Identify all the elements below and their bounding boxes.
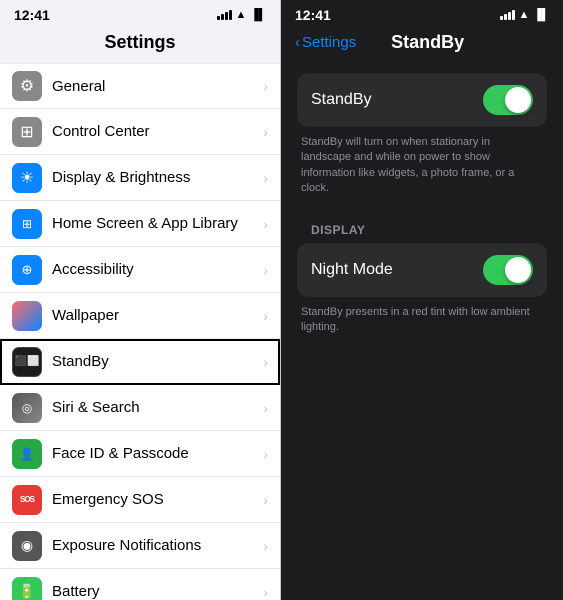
display-section-header: DISPLAY [297, 209, 547, 243]
left-panel: 12:41 ▲ ▐▌ Settings ⚙ General › ⊞ Contro… [0, 0, 281, 600]
settings-item-standby[interactable]: ⬛⬜ StandBy › [0, 339, 280, 385]
right-nav-title: StandBy [356, 32, 499, 53]
standby-row-label: StandBy [311, 91, 483, 109]
right-time: 12:41 [295, 7, 331, 23]
wifi-icon: ▲ [236, 9, 247, 21]
right-battery-icon: ▐▌ [533, 9, 549, 21]
home-screen-label: Home Screen & App Library [52, 215, 263, 232]
standby-row: StandBy [297, 73, 547, 127]
battery-chevron: › [263, 584, 268, 600]
wallpaper-chevron: › [263, 308, 268, 324]
settings-item-display[interactable]: ☀ Display & Brightness › [0, 155, 280, 201]
home-chevron: › [263, 216, 268, 232]
battery-label: Battery [52, 583, 263, 600]
face-id-label: Face ID & Passcode [52, 445, 263, 462]
right-nav-bar: ‹ Settings StandBy [281, 28, 563, 61]
left-time: 12:41 [14, 7, 50, 23]
emergency-icon: SOS [12, 485, 42, 515]
exposure-icon: ◉ [12, 531, 42, 561]
right-signal-icon [500, 10, 515, 20]
wallpaper-icon [12, 301, 42, 331]
exposure-chevron: › [263, 538, 268, 554]
settings-item-home-screen[interactable]: ⊞ Home Screen & App Library › [0, 201, 280, 247]
left-status-bar: 12:41 ▲ ▐▌ [0, 0, 280, 28]
night-mode-toggle[interactable] [483, 255, 533, 285]
settings-item-accessibility[interactable]: ⊕ Accessibility › [0, 247, 280, 293]
home-screen-icon: ⊞ [12, 209, 42, 239]
night-mode-row: Night Mode [297, 243, 547, 297]
general-icon: ⚙ [12, 71, 42, 101]
wallpaper-label: Wallpaper [52, 307, 263, 324]
night-mode-toggle-knob [505, 257, 531, 283]
right-status-bar: 12:41 ▲ ▐▌ [281, 0, 563, 28]
face-id-icon: 👤 [12, 439, 42, 469]
settings-item-wallpaper[interactable]: Wallpaper › [0, 293, 280, 339]
right-status-icons: ▲ ▐▌ [500, 9, 549, 21]
siri-label: Siri & Search [52, 399, 263, 416]
right-content: StandBy StandBy will turn on when statio… [281, 61, 563, 600]
settings-item-control-center[interactable]: ⊞ Control Center › [0, 109, 280, 155]
signal-icon [217, 10, 232, 20]
standby-description: StandBy will turn on when stationary in … [297, 135, 547, 209]
battery-item-icon: 🔋 [12, 577, 42, 600]
display-chevron: › [263, 170, 268, 186]
settings-item-siri[interactable]: ◎ Siri & Search › [0, 385, 280, 431]
left-status-icons: ▲ ▐▌ [217, 9, 266, 21]
cc-chevron: › [263, 124, 268, 140]
exposure-label: Exposure Notifications [52, 537, 263, 554]
back-button[interactable]: ‹ Settings [295, 34, 356, 51]
access-chevron: › [263, 262, 268, 278]
night-mode-card: Night Mode [297, 243, 547, 297]
right-panel: 12:41 ▲ ▐▌ ‹ Settings StandBy StandBy [281, 0, 563, 600]
control-center-icon: ⊞ [12, 117, 42, 147]
siri-chevron: › [263, 400, 268, 416]
faceid-chevron: › [263, 446, 268, 462]
settings-list: ⚙ General › ⊞ Control Center › ☀ Display… [0, 63, 280, 600]
left-panel-title: Settings [0, 28, 280, 63]
standby-card: StandBy [297, 73, 547, 127]
general-chevron: › [263, 78, 268, 94]
sos-chevron: › [263, 492, 268, 508]
accessibility-icon: ⊕ [12, 255, 42, 285]
night-mode-description: StandBy presents in a red tint with low … [297, 305, 547, 348]
display-label: Display & Brightness [52, 169, 263, 186]
display-icon: ☀ [12, 163, 42, 193]
back-chevron-icon: ‹ [295, 34, 300, 51]
standby-icon: ⬛⬜ [12, 347, 42, 377]
siri-icon: ◎ [12, 393, 42, 423]
standby-toggle-knob [505, 87, 531, 113]
settings-item-battery[interactable]: 🔋 Battery › [0, 569, 280, 600]
standby-toggle[interactable] [483, 85, 533, 115]
control-center-label: Control Center [52, 123, 263, 140]
emergency-label: Emergency SOS [52, 491, 263, 508]
accessibility-label: Accessibility [52, 261, 263, 278]
standby-label: StandBy [52, 353, 263, 370]
settings-item-face-id[interactable]: 👤 Face ID & Passcode › [0, 431, 280, 477]
back-label: Settings [302, 34, 356, 51]
general-label: General [52, 78, 263, 95]
settings-item-exposure[interactable]: ◉ Exposure Notifications › [0, 523, 280, 569]
standby-chevron: › [263, 354, 268, 370]
settings-item-emergency-sos[interactable]: SOS Emergency SOS › [0, 477, 280, 523]
battery-icon: ▐▌ [250, 9, 266, 21]
night-mode-label: Night Mode [311, 261, 483, 279]
settings-item-general[interactable]: ⚙ General › [0, 63, 280, 109]
right-wifi-icon: ▲ [519, 9, 530, 21]
